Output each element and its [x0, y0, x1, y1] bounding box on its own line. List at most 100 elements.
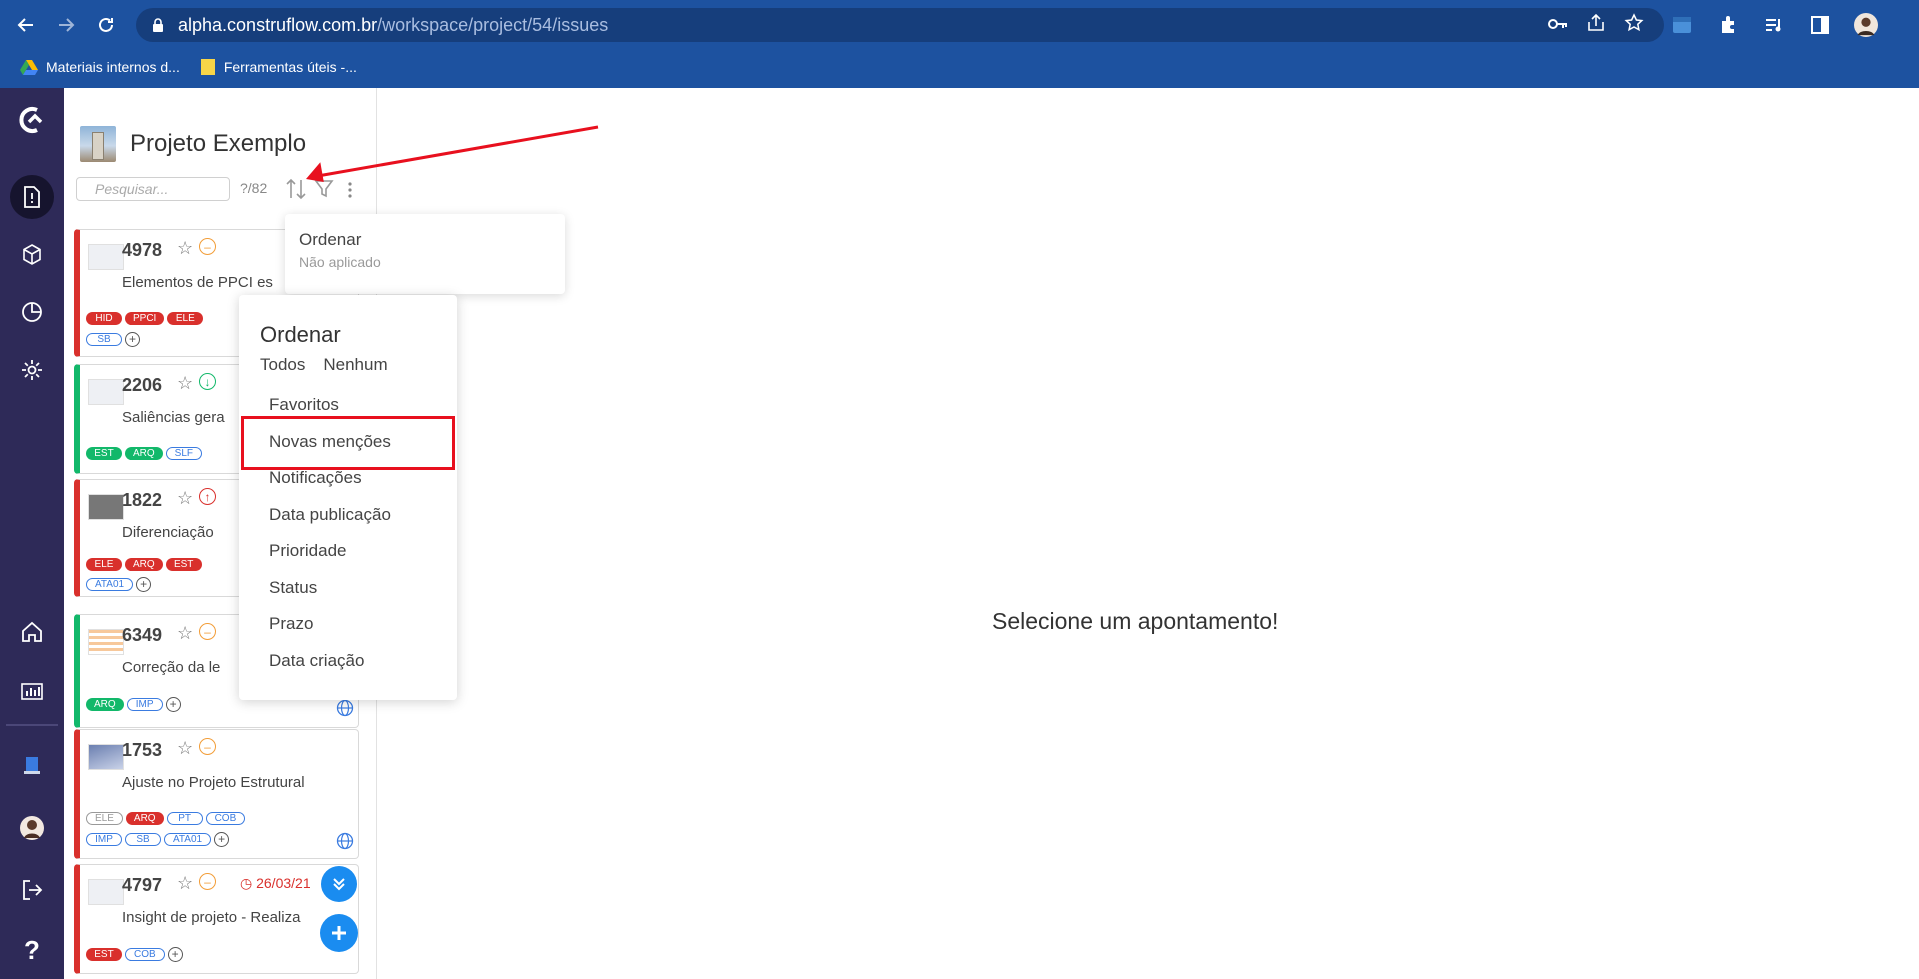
tag-row: IMP SB ATA01 + [86, 832, 230, 847]
filter-button[interactable] [314, 176, 336, 202]
tag: IMP [86, 833, 122, 846]
star-icon[interactable]: ☆ [177, 873, 193, 894]
more-options-button[interactable] [344, 176, 356, 202]
tooltip-subtitle: Não aplicado [299, 254, 381, 270]
rail-dashboard[interactable] [10, 668, 54, 712]
bookmark-item[interactable]: Materiais internos d... [20, 59, 180, 75]
back-button[interactable] [6, 5, 46, 45]
priority-medium-icon: – [199, 873, 216, 890]
share-icon[interactable] [1586, 13, 1606, 37]
rail-reports[interactable] [10, 290, 54, 334]
sort-menu: Ordenar Todos Nenhum Favoritos Novas men… [239, 295, 457, 700]
extensions-puzzle-icon[interactable] [1716, 13, 1740, 37]
rail-models[interactable] [10, 233, 54, 277]
rail-user-avatar[interactable] [10, 806, 54, 850]
key-icon[interactable] [1548, 15, 1568, 36]
issue-card[interactable]: 1753 ☆ – Ajuste no Projeto Estrutural EL… [74, 729, 359, 859]
tag-row: ELE ARQ PT COB [86, 812, 246, 825]
construflow-logo[interactable] [10, 98, 54, 142]
star-icon[interactable]: ☆ [177, 373, 193, 394]
tag: EST [86, 447, 122, 460]
tag: COB [205, 812, 246, 825]
select-all-link[interactable]: Todos [260, 355, 305, 375]
side-panel-icon[interactable] [1808, 13, 1832, 37]
sort-tooltip: Ordenar Não aplicado [285, 214, 565, 294]
sort-option-prioridade[interactable]: Prioridade [269, 537, 391, 574]
globe-icon[interactable] [336, 699, 354, 717]
tag-row: ATA01 + [86, 577, 152, 592]
tag: SB [125, 833, 161, 846]
rail-issues[interactable] [10, 175, 54, 219]
tag-row: ELE ARQ EST [86, 558, 202, 571]
issue-card[interactable]: 4797 ☆ – ◷ 26/03/21 Insight de projeto -… [74, 864, 359, 974]
media-queue-icon[interactable] [1762, 13, 1786, 37]
add-tag-icon[interactable]: + [214, 832, 230, 847]
priority-medium-icon: – [199, 738, 216, 755]
scroll-down-button[interactable] [321, 866, 357, 902]
tag: PT [166, 812, 203, 825]
question-icon: ? [24, 934, 40, 965]
star-icon[interactable]: ☆ [177, 238, 193, 259]
avatar-icon [20, 816, 44, 840]
rail-workspace[interactable] [10, 743, 54, 787]
search-input[interactable]: Pesquisar... [76, 177, 230, 201]
empty-state-message: Selecione um apontamento! [992, 608, 1279, 634]
issue-number: 6349 [122, 625, 163, 645]
profile-avatar-icon[interactable] [1854, 13, 1878, 37]
add-tag-icon[interactable]: + [125, 332, 140, 347]
sort-option-prazo[interactable]: Prazo [269, 610, 391, 647]
rail-logout[interactable] [10, 868, 54, 912]
bookmark-item[interactable]: Ferramentas úteis -... [200, 58, 357, 76]
tag: HID [86, 312, 122, 325]
logout-icon [23, 880, 43, 900]
construflow-logo-icon [19, 107, 43, 133]
bookmark-label: Materiais internos d... [46, 59, 180, 75]
rail-divider [6, 724, 58, 726]
rail-settings[interactable] [10, 348, 54, 392]
tag-row: EST ARQ SLF [86, 447, 203, 460]
sort-option-status[interactable]: Status [269, 574, 391, 611]
issue-thumbnail [88, 244, 124, 270]
project-thumbnail [80, 126, 116, 162]
sort-option-data-criacao[interactable]: Data criação [269, 647, 391, 684]
tag: SLF [165, 447, 203, 460]
url-path: /workspace/project/54/issues [377, 14, 609, 35]
bookmarks-bar: Materiais internos d... Ferramentas útei… [0, 52, 357, 82]
add-issue-button[interactable] [320, 914, 358, 952]
tag-row: SB + [86, 332, 140, 347]
star-icon[interactable]: ☆ [177, 623, 193, 644]
add-tag-icon[interactable]: + [167, 947, 183, 962]
google-drive-icon [20, 60, 38, 75]
rail-help[interactable]: ? [10, 928, 54, 972]
tag: IMP [126, 698, 163, 711]
tag: ATA01 [86, 578, 134, 591]
star-icon[interactable]: ☆ [177, 738, 193, 759]
extension-calendar-icon[interactable] [1670, 13, 1694, 37]
reload-button[interactable] [86, 5, 126, 45]
due-date: ◷ 26/03/21 [240, 875, 311, 891]
tag: ELE [86, 558, 122, 571]
select-none-link[interactable]: Nenhum [323, 355, 387, 375]
tag-row: ARQ IMP + [86, 697, 181, 712]
bookmark-star-icon[interactable] [1624, 12, 1644, 38]
cube-icon [23, 244, 41, 265]
forward-button[interactable] [46, 5, 86, 45]
globe-icon[interactable] [336, 832, 354, 850]
issue-number: 1822 [122, 490, 163, 510]
sort-button[interactable] [284, 176, 308, 202]
add-tag-icon[interactable]: + [136, 577, 152, 592]
address-bar[interactable]: alpha.construflow.com.br/workspace/proje… [136, 8, 1664, 42]
nav-rail: ? [0, 88, 64, 979]
lock-icon [148, 15, 168, 35]
priority-low-icon: ↓ [199, 373, 216, 390]
document-alert-icon [24, 186, 40, 208]
sort-option-data-publicacao[interactable]: Data publicação [269, 501, 391, 538]
issue-number: 4978 [122, 240, 163, 260]
tag-row: EST COB + [86, 947, 183, 962]
issue-number: 1753 [122, 740, 163, 760]
add-tag-icon[interactable]: + [165, 697, 181, 712]
plus-icon [332, 926, 346, 940]
issue-thumbnail [88, 379, 124, 405]
rail-home[interactable] [10, 610, 54, 654]
star-icon[interactable]: ☆ [177, 488, 193, 509]
